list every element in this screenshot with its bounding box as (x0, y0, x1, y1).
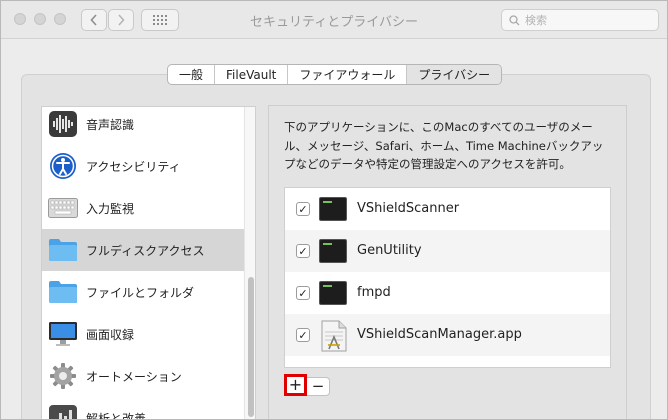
app-name: VShieldScanManager.app (357, 327, 522, 342)
sidebar-item-label: フルディスクアクセス (86, 243, 205, 258)
display-icon (48, 320, 78, 348)
sidebar-item-speech-recognition[interactable]: 音声認識 (42, 107, 244, 145)
list-item[interactable]: ✓ fmpd (285, 272, 610, 314)
search-placeholder: 検索 (525, 14, 547, 27)
sidebar-item-label: 音声認識 (86, 117, 135, 132)
tab-general[interactable]: 一般 (168, 65, 216, 84)
app-icon (319, 320, 349, 352)
preferences-window: セキュリティとプライバシー 検索 一般 FileVault ファイアウォール プ… (0, 0, 668, 420)
tab-filevault[interactable]: FileVault (215, 65, 289, 84)
app-checkbox[interactable]: ✓ (296, 286, 310, 300)
sidebar-scrollbar[interactable] (244, 107, 255, 419)
sidebar-scroll-thumb[interactable] (248, 277, 254, 417)
accessibility-icon (48, 152, 78, 180)
app-name: VShieldScanner (357, 201, 460, 216)
list-item[interactable]: ✓ VShieldScanManager.app (285, 314, 610, 356)
search-icon (509, 14, 520, 25)
access-description: 下のアプリケーションに、このMacのすべてのユーザのメール、メッセージ、Safa… (284, 120, 604, 171)
tab-firewall[interactable]: ファイアウォール (288, 65, 408, 84)
sidebar-item-label: ファイルとフォルダ (86, 285, 195, 300)
list-item[interactable]: ✓ VShieldScanner (285, 188, 610, 230)
tab-privacy[interactable]: プライバシー (407, 65, 502, 84)
sidebar-item-label: アクセシビリティ (86, 159, 181, 174)
list-item[interactable]: ✓ GenUtility (285, 230, 610, 272)
waveform-icon (48, 110, 78, 138)
sidebar-item-automation[interactable]: オートメーション (42, 355, 244, 397)
terminal-icon (319, 281, 347, 305)
sidebar-item-label: 入力監視 (86, 201, 135, 216)
folder-icon (48, 278, 78, 306)
chart-icon (48, 404, 78, 419)
sidebar-item-label: オートメーション (86, 369, 182, 384)
sidebar-item-label: 解析と改善 (86, 411, 147, 420)
app-checkbox[interactable]: ✓ (296, 202, 310, 216)
title-bar: セキュリティとプライバシー 検索 (1, 1, 667, 39)
remove-app-button[interactable]: − (307, 377, 330, 396)
app-name: fmpd (357, 285, 391, 300)
sidebar-item-accessibility[interactable]: アクセシビリティ (42, 145, 244, 187)
sidebar-item-analytics[interactable]: 解析と改善 (42, 397, 244, 420)
search-field[interactable]: 検索 (501, 9, 659, 31)
add-app-button[interactable]: + (284, 374, 307, 396)
app-list[interactable]: ✓ VShieldScanner ✓ GenUtility ✓ fmpd ✓ V… (284, 187, 611, 368)
sidebar-item-files-and-folders[interactable]: ファイルとフォルダ (42, 271, 244, 313)
sidebar-item-screen-recording[interactable]: 画面収録 (42, 313, 244, 355)
sidebar-item-input-monitoring[interactable]: 入力監視 (42, 187, 244, 229)
sidebar-item-full-disk-access[interactable]: フルディスクアクセス (42, 229, 244, 271)
app-checkbox[interactable]: ✓ (296, 328, 310, 342)
privacy-category-list[interactable]: 音声認識 アクセシビリティ 入力監視 フルディスクアクセス ファイルとフォルダ … (41, 106, 256, 420)
tab-bar: 一般 FileVault ファイアウォール プライバシー (167, 64, 503, 85)
terminal-icon (319, 197, 347, 221)
sidebar-item-label: 画面収録 (86, 327, 135, 342)
app-checkbox[interactable]: ✓ (296, 244, 310, 258)
gear-icon (48, 362, 78, 390)
app-name: GenUtility (357, 243, 422, 258)
terminal-icon (319, 239, 347, 263)
folder-icon (48, 236, 78, 264)
keyboard-icon (48, 194, 78, 222)
